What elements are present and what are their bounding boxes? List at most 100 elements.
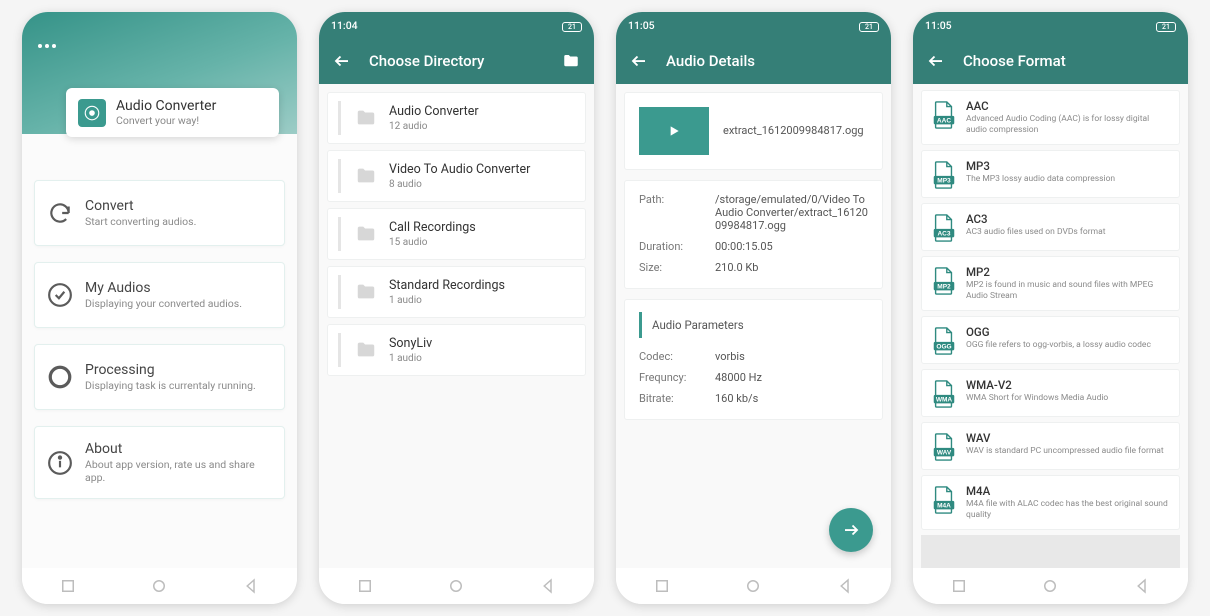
directory-item[interactable]: Standard Recordings 1 audio [327, 266, 586, 318]
dir-count: 1 audio [389, 353, 432, 364]
filename: extract_1612009984817.ogg [723, 123, 864, 138]
app-logo-icon [78, 99, 106, 127]
svg-text:OGG: OGG [936, 344, 951, 351]
format-name: AAC [966, 99, 1169, 113]
path-value: /storage/emulated/0/Video To Audio Conve… [715, 193, 868, 232]
home-menu: Convert Start converting audios. My Audi… [22, 134, 297, 568]
nav-home-icon[interactable] [150, 577, 168, 595]
frequency-label: Frequncy: [639, 371, 701, 384]
size-value: 210.0 Kb [715, 261, 868, 274]
play-button[interactable] [639, 107, 709, 155]
menu-title: About [85, 441, 272, 457]
folder-icon [353, 107, 379, 129]
back-arrow-icon[interactable] [630, 52, 648, 70]
path-label: Path: [639, 193, 701, 232]
duration-value: 00:00:15.05 [715, 240, 868, 253]
svg-text:M4A: M4A [937, 503, 951, 510]
svg-text:AAC: AAC [937, 117, 951, 124]
nav-back-icon[interactable] [1133, 577, 1151, 595]
screen-audio-details: 11:05 21 Audio Details extract_161200998… [616, 12, 891, 604]
format-name: AC3 [966, 212, 1169, 226]
format-item[interactable]: AAC AAC Advanced Audio Coding (AAC) is f… [921, 90, 1180, 145]
format-item[interactable]: WMA WMA-V2 WMA Short for Windows Media A… [921, 369, 1180, 417]
nav-recent-icon[interactable] [950, 577, 968, 595]
header-gradient: 11:04 21 Audio Converter Convert your wa… [22, 12, 297, 134]
audio-params-card: Audio Parameters Codec:vorbis Frequncy:4… [624, 299, 883, 420]
format-item[interactable]: MP3 MP3 The MP3 lossy audio data compres… [921, 150, 1180, 198]
details-body: extract_1612009984817.ogg Path: /storage/… [616, 84, 891, 568]
folder-icon [353, 339, 379, 361]
format-name: OGG [966, 325, 1169, 339]
folder-icon[interactable] [562, 52, 580, 70]
app-subtitle: Convert your way! [116, 114, 216, 127]
file-info-card: Path: /storage/emulated/0/Video To Audio … [624, 180, 883, 289]
system-nav-bar [913, 568, 1188, 604]
directory-item[interactable]: Call Recordings 15 audio [327, 208, 586, 260]
nav-back-icon[interactable] [836, 577, 854, 595]
bitrate-value: 160 kb/s [715, 392, 868, 405]
format-name: MP3 [966, 159, 1169, 173]
dir-name: Call Recordings [389, 220, 476, 235]
nav-home-icon[interactable] [744, 577, 762, 595]
format-item[interactable]: OGG OGG OGG file refers to ogg-vorbis, a… [921, 316, 1180, 364]
file-icon: OGG [932, 327, 956, 355]
nav-back-icon[interactable] [242, 577, 260, 595]
status-time: 11:05 [925, 19, 952, 32]
format-name: MP2 [966, 265, 1169, 279]
dir-count: 1 audio [389, 295, 505, 306]
dir-name: Standard Recordings [389, 278, 505, 293]
file-icon: WAV [932, 433, 956, 461]
system-nav-bar [616, 568, 891, 604]
nav-home-icon[interactable] [447, 577, 465, 595]
nav-home-icon[interactable] [1041, 577, 1059, 595]
next-fab[interactable] [829, 508, 873, 552]
nav-back-icon[interactable] [539, 577, 557, 595]
nav-recent-icon[interactable] [356, 577, 374, 595]
dir-count: 8 audio [389, 179, 530, 190]
empty-space [921, 535, 1180, 568]
system-nav-bar [319, 568, 594, 604]
toolbar: Audio Details [616, 38, 891, 84]
toolbar: Choose Directory [319, 38, 594, 84]
file-icon: AAC [932, 101, 956, 129]
back-arrow-icon[interactable] [333, 52, 351, 70]
status-bar: 11:04 21 [319, 12, 594, 38]
directory-list: Audio Converter 12 audio Video To Audio … [319, 84, 594, 568]
nav-recent-icon[interactable] [653, 577, 671, 595]
svg-text:WAV: WAV [937, 450, 952, 457]
file-icon: WMA [932, 380, 956, 408]
menu-about[interactable]: About About app version, rate us and sha… [34, 426, 285, 499]
menu-convert[interactable]: Convert Start converting audios. [34, 180, 285, 246]
directory-item[interactable]: SonyLiv 1 audio [327, 324, 586, 376]
format-item[interactable]: M4A M4A M4A file with ALAC codec has the… [921, 475, 1180, 530]
menu-my-audios[interactable]: My Audios Displaying your converted audi… [34, 262, 285, 328]
params-heading: Audio Parameters [639, 312, 868, 338]
app-title-card: Audio Converter Convert your way! [66, 88, 279, 137]
menu-title: Processing [85, 362, 256, 378]
directory-item[interactable]: Audio Converter 12 audio [327, 92, 586, 144]
format-name: WAV [966, 431, 1169, 445]
dir-count: 12 audio [389, 121, 479, 132]
folder-icon [353, 223, 379, 245]
status-time: 11:05 [628, 19, 655, 32]
format-item[interactable]: WAV WAV WAV is standard PC uncompressed … [921, 422, 1180, 470]
dir-name: Video To Audio Converter [389, 162, 530, 177]
file-icon: AC3 [932, 214, 956, 242]
directory-item[interactable]: Video To Audio Converter 8 audio [327, 150, 586, 202]
format-name: WMA-V2 [966, 378, 1169, 392]
svg-text:MP3: MP3 [937, 178, 951, 185]
format-item[interactable]: AC3 AC3 AC3 audio files used on DVDs for… [921, 203, 1180, 251]
codec-label: Codec: [639, 350, 701, 363]
menu-title: Convert [85, 198, 196, 214]
menu-sub: Displaying your converted audios. [85, 297, 242, 310]
nav-recent-icon[interactable] [59, 577, 77, 595]
back-arrow-icon[interactable] [927, 52, 945, 70]
folder-icon [353, 281, 379, 303]
menu-processing[interactable]: Processing Displaying task is currentaly… [34, 344, 285, 410]
battery-icon: 21 [859, 22, 879, 32]
toolbar-title: Choose Format [963, 52, 1066, 70]
menu-title: My Audios [85, 280, 242, 296]
more-dots-icon[interactable] [38, 44, 56, 48]
menu-sub: Displaying task is currentaly running. [85, 379, 256, 392]
format-item[interactable]: MP2 MP2 MP2 is found in music and sound … [921, 256, 1180, 311]
